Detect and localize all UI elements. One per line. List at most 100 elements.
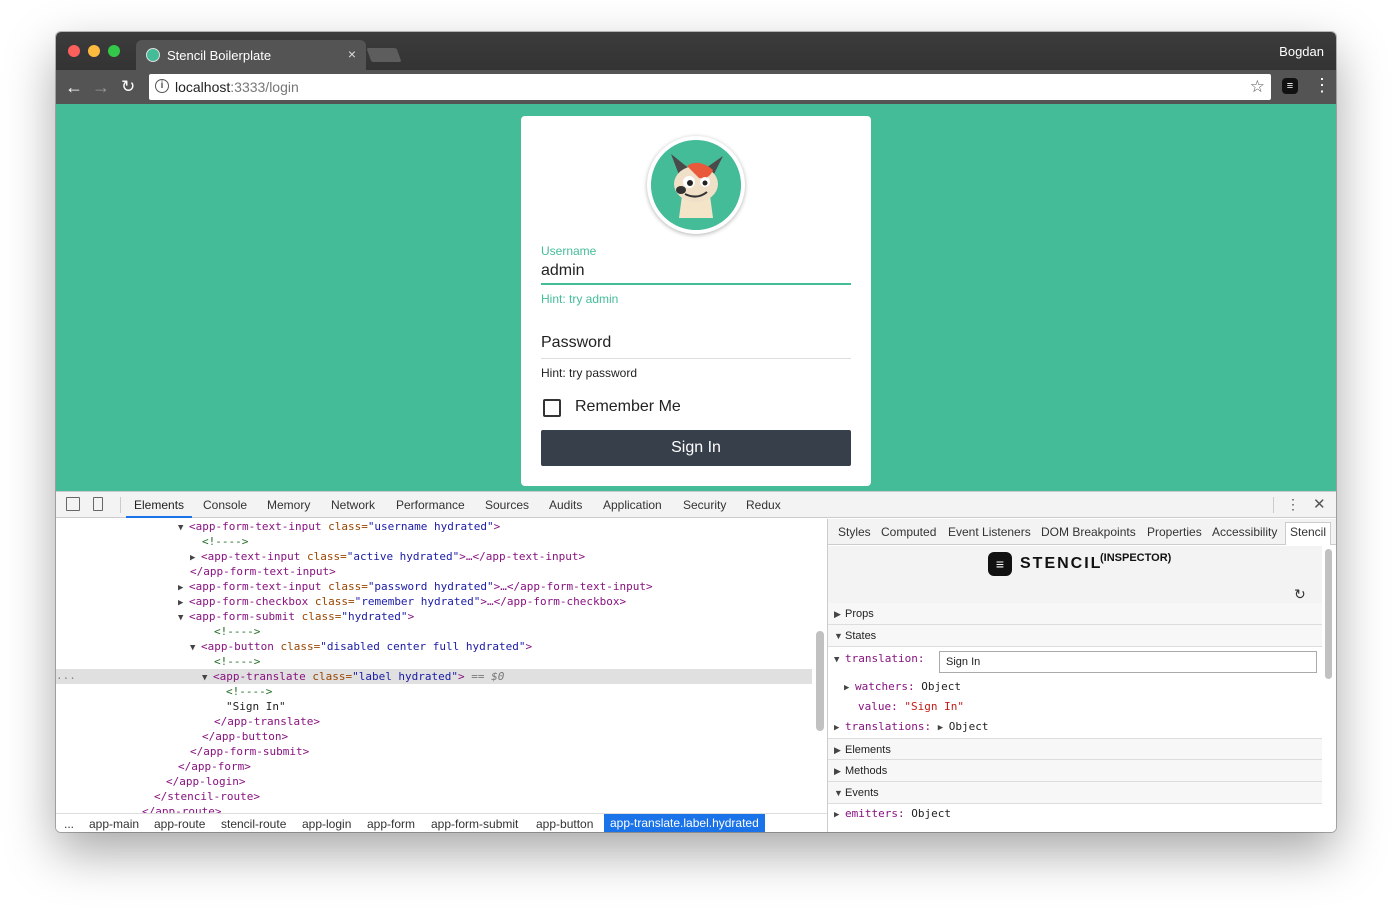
devtools-tab-memory[interactable]: Memory — [267, 498, 310, 512]
browser-menu-icon[interactable]: ⋮ — [1313, 75, 1331, 96]
sidebar-tab-styles[interactable]: Styles — [838, 525, 871, 539]
sidebar-tab-stencil[interactable]: Stencil — [1285, 522, 1332, 545]
devtools-tab-redux[interactable]: Redux — [746, 498, 781, 512]
translation-value-input[interactable]: Sign In — [939, 651, 1317, 673]
attribute-value: "password hydrated" — [367, 580, 494, 593]
breadcrumb-item[interactable]: app-main — [89, 817, 139, 831]
login-page: Username admin Hint: try admin Password … — [56, 104, 1336, 491]
dom-node-line[interactable]: </stencil-route> — [154, 789, 260, 804]
sign-in-button[interactable]: Sign In — [541, 430, 851, 466]
breadcrumb-item[interactable]: app-translate.label.hydrated — [604, 814, 765, 832]
breadcrumb-item[interactable]: app-route — [154, 817, 205, 831]
device-toolbar-icon[interactable] — [93, 497, 103, 511]
dom-node-line[interactable]: </app-route> — [142, 804, 221, 813]
username-label: Username — [541, 244, 597, 258]
reload-icon[interactable]: ↻ — [121, 76, 135, 98]
breadcrumb-item[interactable]: ... — [64, 817, 74, 831]
dom-node-line[interactable]: <!----> — [214, 624, 260, 639]
collapsed-triangle-icon: ▶ — [937, 723, 944, 733]
url-text[interactable]: localhost:3333/login — [175, 79, 299, 95]
dom-node-line[interactable]: </app-button> — [202, 729, 288, 744]
elements-section[interactable]: ▶ Elements — [828, 738, 1322, 760]
devtools-tab-security[interactable]: Security — [683, 498, 726, 512]
sidebar-tab-accessibility[interactable]: Accessibility — [1212, 525, 1277, 539]
refresh-icon[interactable]: ↻ — [1294, 586, 1306, 603]
devtools-tab-sources[interactable]: Sources — [485, 498, 529, 512]
dom-node-line[interactable]: </app-form-submit> — [190, 744, 309, 759]
attribute-name: class= — [321, 580, 368, 593]
html-comment: <!----> — [214, 655, 261, 668]
attribute-value: "hydrated" — [341, 610, 408, 623]
translations-state[interactable]: ▶ translations: ▶ Object — [828, 717, 1322, 737]
methods-section[interactable]: ▶ Methods — [828, 760, 1322, 782]
elements-scrollbar[interactable] — [816, 631, 824, 731]
translation-state: ▼ translation: Sign In — [828, 649, 1322, 675]
username-field[interactable]: admin — [541, 262, 585, 280]
browser-tab[interactable]: Stencil Boilerplate × — [136, 40, 366, 70]
open-tag: <app-form-checkbox — [189, 595, 309, 608]
dom-node-line[interactable]: ▼ <app-form-text-input class="username hy… — [178, 519, 500, 534]
devtools-tab-elements[interactable]: Elements — [134, 498, 184, 512]
dom-node-line[interactable]: </app-form-text-input> — [190, 564, 336, 579]
breadcrumb-item[interactable]: app-button — [536, 817, 593, 831]
dom-node-line[interactable]: ▶ <app-text-input class="active hydrated"… — [190, 549, 585, 564]
close-window-button[interactable] — [68, 45, 80, 57]
props-section[interactable]: ▶ Props — [828, 603, 1322, 625]
tab-close-icon[interactable]: × — [348, 46, 356, 62]
devtools-close-icon[interactable]: ✕ — [1313, 495, 1326, 513]
dom-node-line[interactable]: ▼ <app-button class="disabled center full… — [190, 639, 532, 654]
expanded-triangle-icon: ▼ — [178, 523, 184, 533]
dom-node-line[interactable]: </app-login> — [166, 774, 245, 789]
devtools-tab-application[interactable]: Application — [603, 498, 662, 512]
inspect-element-icon[interactable] — [66, 497, 80, 511]
devtools-tab-audits[interactable]: Audits — [549, 498, 582, 512]
devtools-tab-performance[interactable]: Performance — [396, 498, 465, 512]
dom-node-line[interactable]: <!----> — [214, 654, 260, 669]
value-value: "Sign In" — [904, 700, 964, 713]
emitters-state[interactable]: ▶ emitters: Object — [828, 804, 1322, 824]
dom-node-line[interactable]: <!----> — [202, 534, 248, 549]
dom-node-line[interactable]: </app-form> — [178, 759, 251, 774]
bookmark-star-icon[interactable]: ☆ — [1250, 77, 1265, 97]
dom-node-line[interactable]: </app-translate> — [214, 714, 320, 729]
forward-arrow-icon[interactable]: → — [92, 76, 110, 98]
minimize-window-button[interactable] — [88, 45, 100, 57]
events-section[interactable]: ▼ Events — [828, 782, 1322, 804]
dom-node-line[interactable]: ▶ <app-form-checkbox class="remember hydr… — [178, 594, 626, 609]
dom-node-line[interactable]: ▶ <app-form-text-input class="password hy… — [178, 579, 653, 594]
devtools-tab-network[interactable]: Network — [331, 498, 375, 512]
sidebar-scrollbar[interactable] — [1325, 549, 1332, 679]
watchers-state[interactable]: ▶ watchers: Object — [828, 677, 1322, 697]
translation-key: translation: — [845, 652, 925, 665]
dom-node-line[interactable]: ▼ <app-form-submit class="hydrated"> — [178, 609, 414, 624]
profile-name[interactable]: Bogdan — [1279, 44, 1324, 59]
devtools-tab-bar: Elements Console Memory Network Performance S… — [56, 492, 1336, 518]
breadcrumb-item[interactable]: app-form-submit — [431, 817, 518, 831]
dom-node-line[interactable]: <!----> — [226, 684, 272, 699]
sidebar-tab-computed[interactable]: Computed — [881, 525, 936, 539]
tab-bar: Stencil Boilerplate × Bogdan — [56, 32, 1336, 70]
maximize-window-button[interactable] — [108, 45, 120, 57]
remember-me-checkbox[interactable] — [543, 399, 561, 417]
expanded-triangle-icon: ▼ — [178, 613, 184, 623]
sidebar-tab-event-listeners[interactable]: Event Listeners — [948, 525, 1031, 539]
breadcrumb-item[interactable]: app-login — [302, 817, 351, 831]
sidebar-tab-properties[interactable]: Properties — [1147, 525, 1202, 539]
devtools-tab-console[interactable]: Console — [203, 498, 247, 512]
html-comment: <!----> — [202, 535, 249, 548]
breadcrumb-item[interactable]: stencil-route — [221, 817, 286, 831]
password-field[interactable]: Password — [541, 334, 611, 352]
new-tab-button[interactable] — [366, 48, 402, 62]
dom-node-line[interactable]: ▼ <app-translate class="label hydrated"> … — [56, 669, 812, 684]
states-section[interactable]: ▼ States — [828, 625, 1322, 647]
dom-node-line[interactable]: "Sign In" — [226, 699, 286, 714]
remember-me-label[interactable]: Remember Me — [575, 398, 681, 416]
back-arrow-icon[interactable]: ← — [65, 76, 83, 98]
address-bar[interactable]: i localhost:3333/login ☆ — [149, 74, 1271, 100]
stencil-extension-icon[interactable]: ≡ — [1282, 78, 1298, 94]
sidebar-tab-dom-breakpoints[interactable]: DOM Breakpoints — [1041, 525, 1136, 539]
breadcrumb-item[interactable]: app-form — [367, 817, 415, 831]
attribute-value: "remember hydrated" — [354, 595, 481, 608]
site-info-icon[interactable]: i — [155, 79, 169, 93]
devtools-menu-icon[interactable]: ⋮ — [1286, 496, 1300, 513]
